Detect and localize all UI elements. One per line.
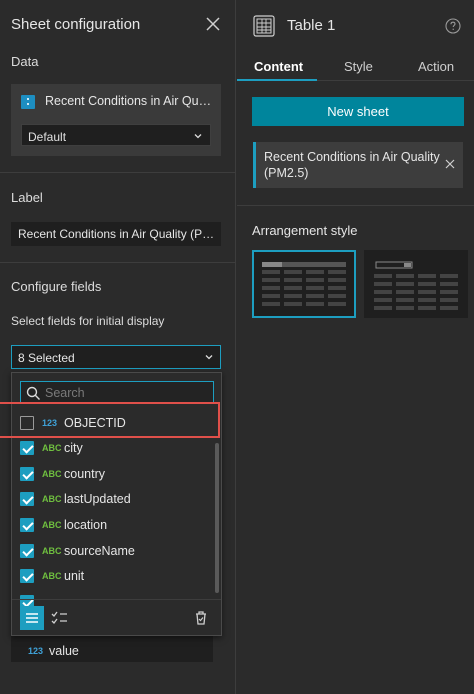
selected-view-button[interactable] xyxy=(48,606,72,630)
number-type-icon: 123 xyxy=(42,418,58,428)
field-name: location xyxy=(64,518,108,532)
field-row-objectid[interactable]: 123 OBJECTID xyxy=(12,411,212,436)
tabs-layout-icon xyxy=(262,262,346,306)
string-type-icon: ABC xyxy=(42,571,62,581)
field-row-location[interactable]: ABC location xyxy=(12,513,212,538)
check-list-icon xyxy=(51,611,67,624)
panel-title: Sheet configuration xyxy=(11,16,141,33)
field-row-unit[interactable]: ABC unit xyxy=(12,564,212,589)
fields-dropdown: 123 OBJECTID ABC city ABC country ABC la… xyxy=(11,372,222,636)
panel-header: Sheet configuration xyxy=(0,0,236,48)
arrangement-option-tabs[interactable] xyxy=(252,250,356,318)
list-item: 123 value xyxy=(11,636,213,662)
string-type-icon: ABC xyxy=(42,469,62,479)
arrangement-style-label: Arrangement style xyxy=(252,223,358,238)
field-row-lastupdated[interactable]: ABC lastUpdated xyxy=(12,487,212,512)
help-icon[interactable] xyxy=(445,18,461,34)
data-source-card: Recent Conditions in Air Quality (PM2.5)… xyxy=(11,84,221,156)
chevron-down-icon xyxy=(205,355,213,360)
fields-select[interactable]: 8 Selected xyxy=(11,345,221,369)
field-checkbox[interactable] xyxy=(20,492,34,506)
string-type-icon: ABC xyxy=(42,443,62,453)
field-checkbox[interactable] xyxy=(20,518,34,532)
table-icon xyxy=(253,15,275,37)
search-input[interactable] xyxy=(45,384,209,402)
field-row-city[interactable]: ABC city xyxy=(12,436,212,461)
field-name: sourceName xyxy=(64,544,135,558)
active-tab-indicator xyxy=(237,79,317,81)
label-input[interactable]: Recent Conditions in Air Quality (PM2.5) xyxy=(11,222,221,246)
arrangement-option-dropdown[interactable] xyxy=(364,250,468,318)
scrollbar[interactable] xyxy=(215,443,219,593)
field-checkbox[interactable] xyxy=(20,416,34,430)
clear-selection-button[interactable] xyxy=(189,606,213,630)
data-view-value: Default xyxy=(28,130,67,144)
widget-title: Table 1 xyxy=(287,17,336,34)
number-type-icon: 123 xyxy=(28,646,44,656)
field-name: unit xyxy=(64,569,85,583)
string-type-icon: ABC xyxy=(42,546,62,556)
configure-fields-label: Configure fields xyxy=(11,279,102,294)
string-type-icon: ABC xyxy=(42,520,62,530)
field-checkbox[interactable] xyxy=(20,544,34,558)
close-icon[interactable] xyxy=(445,159,455,169)
field-checkbox[interactable] xyxy=(20,569,34,583)
tab-bar: Content Style Action xyxy=(237,55,474,81)
close-icon[interactable] xyxy=(206,17,220,31)
field-row-sourcename[interactable]: ABC sourceName xyxy=(12,539,212,564)
fields-selected-count: 8 Selected xyxy=(18,351,75,365)
select-fields-sublabel: Select fields for initial display xyxy=(11,314,165,328)
section-divider xyxy=(0,262,236,263)
field-name: lastUpdated xyxy=(64,492,131,506)
tab-content[interactable]: Content xyxy=(254,59,303,74)
label-input-value: Recent Conditions in Air Quality (PM2.5) xyxy=(18,227,216,241)
data-source-name: Recent Conditions in Air Quality (PM2.5) xyxy=(45,94,217,108)
list-view-button[interactable] xyxy=(20,606,44,630)
field-name: city xyxy=(64,441,83,455)
string-type-icon: ABC xyxy=(42,494,62,504)
table-settings-panel: Table 1 Content Style Action New sheet R… xyxy=(237,0,474,694)
dropdown-layout-icon xyxy=(374,261,458,310)
new-sheet-button[interactable]: New sheet xyxy=(252,97,464,126)
data-view-select[interactable]: Default xyxy=(21,124,211,146)
sheet-card-label: Recent Conditions in Air Quality (PM2.5) xyxy=(264,150,440,180)
field-checkbox[interactable] xyxy=(20,441,34,455)
field-name: country xyxy=(64,467,105,481)
layer-icon xyxy=(21,95,35,109)
sheet-card[interactable]: Recent Conditions in Air Quality (PM2.5) xyxy=(253,142,463,188)
tab-action[interactable]: Action xyxy=(418,59,454,74)
search-icon xyxy=(26,386,40,400)
tab-style[interactable]: Style xyxy=(344,59,373,74)
field-row-country[interactable]: ABC country xyxy=(12,462,212,487)
field-name: OBJECTID xyxy=(64,416,126,430)
search-box[interactable] xyxy=(20,381,214,404)
sheet-configuration-panel: Sheet configuration Data Recent Conditio… xyxy=(0,0,236,694)
chevron-down-icon xyxy=(194,134,202,139)
field-checkbox[interactable] xyxy=(20,467,34,481)
data-section-label: Data xyxy=(11,54,39,69)
label-section-label: Label xyxy=(11,190,43,205)
dropdown-footer xyxy=(12,599,221,635)
list-icon xyxy=(26,613,38,623)
section-divider xyxy=(0,172,236,173)
field-name: value xyxy=(49,644,79,658)
trash-icon xyxy=(196,611,206,625)
section-divider xyxy=(237,205,474,206)
